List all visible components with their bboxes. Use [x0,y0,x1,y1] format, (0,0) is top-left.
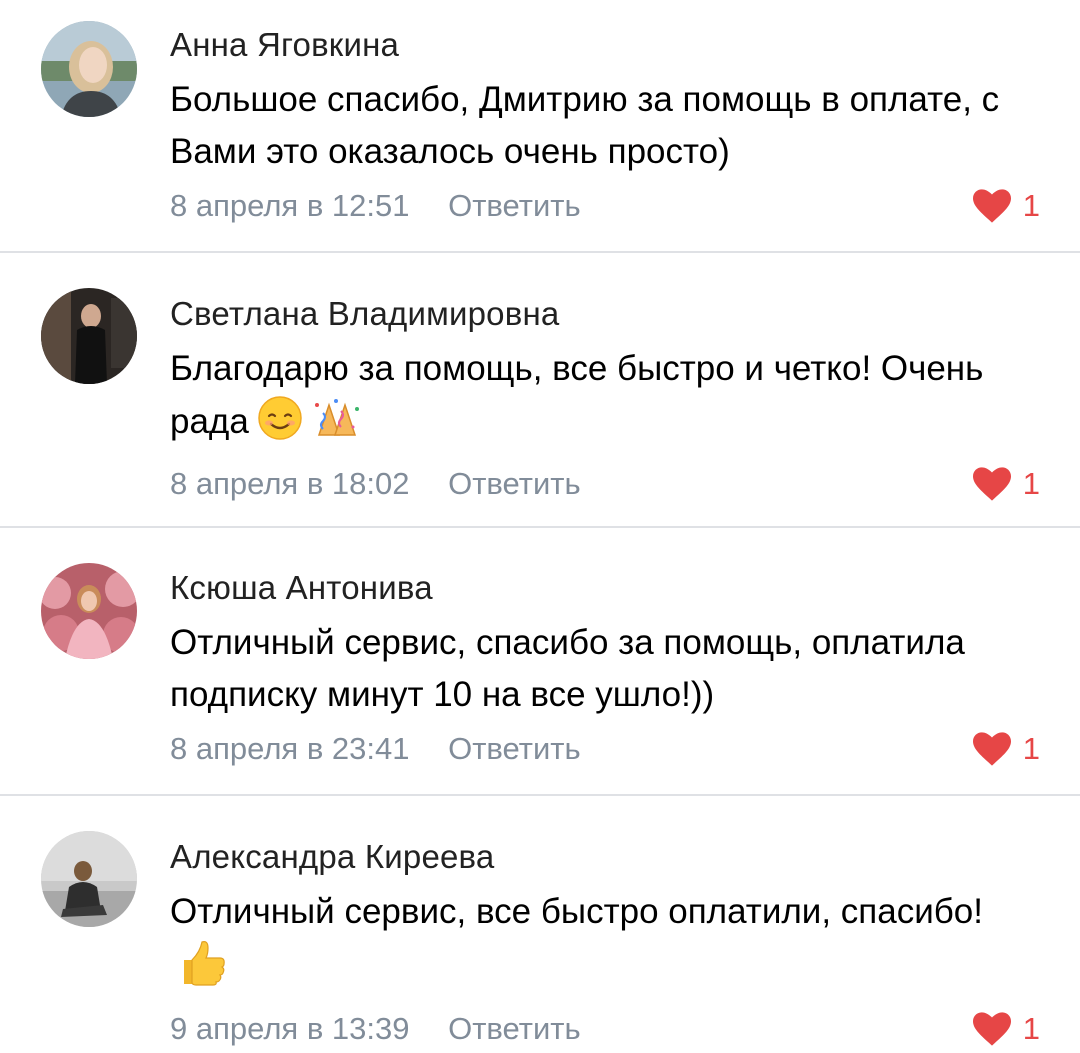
smiling-face-emoji [257,395,303,456]
comment-meta: 8 апреля в 18:02 Ответить 1 [170,460,1040,508]
avatar[interactable] [41,21,137,117]
comment-date[interactable]: 8 апреля в 23:41 [170,725,409,773]
like-count: 1 [1022,466,1040,501]
like-button[interactable]: 1 [972,182,1040,230]
comment-meta: 8 апреля в 23:41 Ответить 1 [170,725,1040,773]
comment-author[interactable]: Анна Яговкина [170,22,1040,68]
divider [0,526,1080,528]
comment-date[interactable]: 8 апреля в 12:51 [170,182,409,230]
comment-author[interactable]: Александра Киреева [170,834,1040,880]
comment-date[interactable]: 8 апреля в 18:02 [170,460,409,508]
comment-text: Отличный сервис, спасибо за помощь, опла… [170,617,1030,721]
avatar[interactable] [41,288,137,384]
heart-icon [972,189,1011,223]
comments-list: Анна Яговкина Большое спасибо, Дмитрию з… [0,0,1080,1052]
reply-button[interactable]: Ответить [448,725,581,773]
heart-icon [972,1012,1011,1046]
heart-icon [972,467,1011,501]
comment-meta: 9 апреля в 13:39 Ответить 1 [170,1005,1040,1053]
comment-date[interactable]: 9 апреля в 13:39 [170,1005,409,1053]
like-button[interactable]: 1 [972,1005,1040,1053]
party-popper-emoji [311,395,361,456]
comment-meta: 8 апреля в 12:51 Ответить 1 [170,182,1040,230]
heart-icon [972,732,1011,766]
thumbs-up-emoji [178,938,228,1001]
reply-button[interactable]: Ответить [448,460,581,508]
avatar-photo [41,288,137,384]
avatar[interactable] [41,831,137,927]
like-count: 1 [1022,1011,1040,1046]
comment-text-content: Отличный сервис, спасибо за помощь, опла… [170,623,965,714]
avatar-photo [41,21,137,117]
divider [0,794,1080,796]
comment-text-content: Отличный сервис, все быстро оплатили, сп… [170,892,983,931]
avatar[interactable] [41,563,137,659]
avatar-photo [41,831,137,927]
comment-text: Отличный сервис, все быстро оплатили, сп… [170,886,1030,1001]
comment-text: Большое спасибо, Дмитрию за помощь в опл… [170,74,1030,178]
reply-button[interactable]: Ответить [448,182,581,230]
comment-author[interactable]: Светлана Владимировна [170,291,1040,337]
comment-text-content: Большое спасибо, Дмитрию за помощь в опл… [170,80,1000,171]
divider [0,251,1080,253]
comment-author[interactable]: Ксюша Антонива [170,565,1040,611]
avatar-photo [41,563,137,659]
reply-button[interactable]: Ответить [448,1005,581,1053]
like-button[interactable]: 1 [972,460,1040,508]
like-button[interactable]: 1 [972,725,1040,773]
like-count: 1 [1022,188,1040,223]
comment-text: Благодарю за помощь, все быстро и четко!… [170,343,1030,456]
like-count: 1 [1022,731,1040,766]
